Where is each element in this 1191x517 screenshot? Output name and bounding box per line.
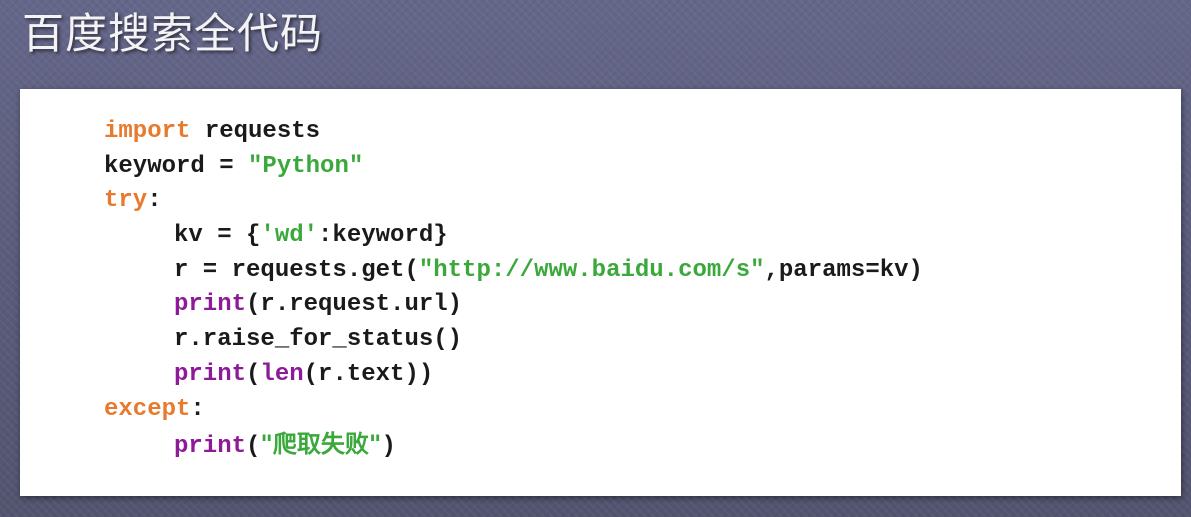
code-line-6: print(r.request.url) xyxy=(104,288,923,323)
paren-open: ( xyxy=(246,360,261,388)
slide-title: 百度搜索全代码 xyxy=(22,9,324,58)
builtin-print: print xyxy=(174,291,247,319)
code-line-5: r = requests.get("http://www.baidu.com/s… xyxy=(104,254,923,289)
assignment-keyword: keyword = xyxy=(104,152,249,180)
keyword-import: import xyxy=(104,118,191,145)
string-wd: 'wd' xyxy=(260,222,319,250)
string-url: "http://www.baidu.com/s" xyxy=(418,256,765,284)
keyword-try: try xyxy=(104,187,148,215)
len-args: (r.text)) xyxy=(303,360,434,388)
try-colon: : xyxy=(147,187,162,215)
kv-close: :keyword} xyxy=(318,222,448,250)
request-call: r = requests.get( xyxy=(174,256,419,284)
except-colon: : xyxy=(190,395,205,423)
code-line-7: r.raise_for_status() xyxy=(104,323,923,358)
request-params: ,params=kv) xyxy=(764,256,923,284)
paren-close: ) xyxy=(381,433,396,461)
code-line-1: import requests xyxy=(104,115,923,150)
import-target: requests xyxy=(190,118,321,145)
string-failure-message: "爬取失败" xyxy=(260,430,382,459)
code-line-10: print("爬取失败") xyxy=(104,427,923,462)
paren-open: ( xyxy=(246,433,261,461)
builtin-len: len xyxy=(260,360,304,388)
code-block: import requests keyword = "Python" try: … xyxy=(104,115,923,462)
print-url-args: (r.request.url) xyxy=(246,291,463,319)
keyword-except: except xyxy=(104,395,191,423)
string-python: "Python" xyxy=(248,152,364,180)
kv-open: kv = { xyxy=(174,222,261,250)
builtin-print: print xyxy=(174,433,247,461)
code-line-4: kv = {'wd':keyword} xyxy=(104,219,923,254)
builtin-print: print xyxy=(174,360,247,388)
code-line-2: keyword = "Python" xyxy=(104,150,923,185)
code-panel: import requests keyword = "Python" try: … xyxy=(20,89,1181,496)
code-line-3: try: xyxy=(104,184,923,219)
raise-for-status: r.raise_for_status() xyxy=(174,326,463,354)
code-line-9: except: xyxy=(104,393,923,428)
code-line-8: print(len(r.text)) xyxy=(104,358,923,393)
